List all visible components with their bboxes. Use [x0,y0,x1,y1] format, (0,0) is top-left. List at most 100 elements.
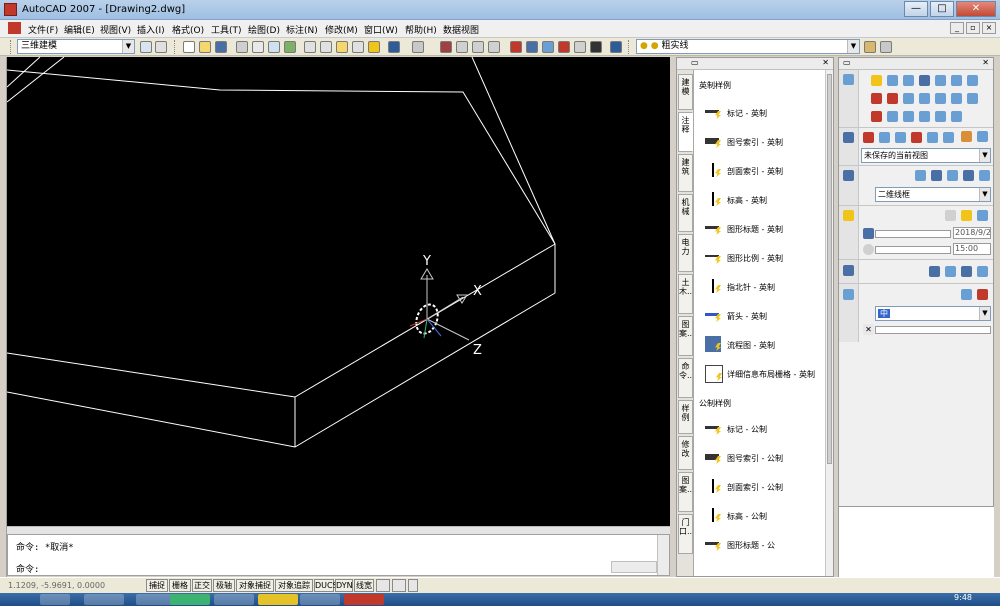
render-quality-combo[interactable]: 中 ▼ [875,306,991,321]
maximize-button[interactable]: □ [930,1,954,17]
menu-modify[interactable]: 修改(M) [325,23,358,36]
view-combo[interactable]: 未保存的当前视图 ▼ [861,148,991,163]
planar-surface-icon[interactable] [967,93,978,104]
fly-icon[interactable] [927,132,938,143]
layer-properties-icon[interactable] [864,41,876,53]
tool-layout-grid-imperial[interactable]: 详细信息布局栅格 - 英制 [699,361,825,391]
section-plane-icon[interactable] [903,93,914,104]
command-horizontal-scrollbar[interactable] [611,561,657,573]
visual-style-manager-icon[interactable] [979,170,990,181]
tool-flowchart-imperial[interactable]: 流程图 - 英制 [699,332,825,358]
command-window[interactable]: 命令: *取消* 命令: [7,534,670,576]
zoom-previous-icon[interactable] [488,41,500,53]
open-file-icon[interactable] [199,41,211,53]
menu-data-view[interactable]: 数据视图 [443,23,479,36]
tab-mechanical[interactable]: 机械 [678,194,693,232]
tool-drawing-title-imperial[interactable]: 图形标题 - 英制 [699,216,825,242]
new-file-icon[interactable] [183,41,195,53]
tab-samples[interactable]: 样例 [678,400,693,434]
chevron-down-icon[interactable]: ▼ [979,188,990,201]
block-editor-icon[interactable] [368,41,380,53]
tab-architectural[interactable]: 建筑 [678,154,693,192]
pyramid-icon[interactable] [967,75,978,86]
3d-move-icon[interactable] [871,93,882,104]
toolbar-grip[interactable] [628,40,631,54]
tool-tag-imperial[interactable]: 标记 - 英制 [699,100,825,126]
tool-elevation-metric[interactable]: 标高 - 公制 [699,503,825,529]
lineweight-toggle[interactable]: 线宽 [354,579,374,592]
snap-toggle[interactable]: 捕捉 [146,579,168,592]
slice-icon[interactable] [919,111,930,122]
minimize-button[interactable]: — [904,1,928,17]
menu-insert[interactable]: 插入(I) [137,23,165,36]
menu-help[interactable]: 帮助(H) [405,23,437,36]
paste-icon[interactable] [336,41,348,53]
materials-browser-icon[interactable] [929,266,940,277]
doc-close-button[interactable]: × [982,22,996,34]
tool-scale-imperial[interactable]: 图形比例 - 英制 [699,245,825,271]
thicken-icon[interactable] [935,111,946,122]
visual-style-combo[interactable]: 二维线框 ▼ [875,187,991,202]
date-icon[interactable] [863,228,874,239]
render-window-icon[interactable] [977,289,988,300]
orbit-icon[interactable] [895,132,906,143]
workspace-combo[interactable]: 三维建模 ▼ [17,39,135,54]
loft-icon[interactable] [919,93,930,104]
named-views-icon[interactable] [977,131,988,142]
chevron-down-icon[interactable]: ▼ [847,40,859,53]
zoom-3d-icon[interactable] [879,132,890,143]
properties-icon[interactable] [510,41,522,53]
time-slider[interactable] [875,246,951,254]
menu-dimension[interactable]: 标注(N) [286,23,318,36]
command-prompt[interactable]: 命令: [16,562,39,575]
ducs-toggle[interactable]: DUCS [314,579,338,592]
taskbar-app-icon[interactable] [300,594,340,605]
pan-3d-icon[interactable] [863,132,874,143]
tool-elevation-imperial[interactable]: 标高 - 英制 [699,187,825,213]
menu-format[interactable]: 格式(O) [172,23,204,36]
time-icon[interactable] [863,244,874,255]
light-glyph-icon[interactable] [961,210,972,221]
help-icon[interactable] [610,41,622,53]
save-icon[interactable] [215,41,227,53]
camera-icon[interactable] [943,132,954,143]
render-settings-icon[interactable] [961,289,972,300]
sheet-set-icon[interactable] [558,41,570,53]
zoom-realtime-icon[interactable] [456,41,468,53]
print-icon[interactable] [236,41,248,53]
2d-wireframe-icon[interactable] [915,170,926,181]
render-icon[interactable] [843,289,854,300]
menu-edit[interactable]: 编辑(E) [64,23,95,36]
polar-toggle[interactable]: 极轴 [213,579,235,592]
ortho-toggle[interactable]: 正交 [192,579,212,592]
subtract-icon[interactable] [887,111,898,122]
tab-doors[interactable]: 门口... [678,514,693,554]
panel-collapse-icon[interactable]: ▭ [843,58,851,67]
materials-icon[interactable] [843,265,854,276]
helix-icon[interactable] [951,93,962,104]
menu-file[interactable]: 文件(F) [28,23,58,36]
osnap-toggle[interactable]: 对象捕捉 [236,579,274,592]
doc-minimize-button[interactable]: _ [950,22,964,34]
shell-icon[interactable] [951,111,962,122]
tab-civil[interactable]: 土木... [678,274,693,314]
chevron-down-icon[interactable]: ▼ [979,149,990,162]
tool-north-arrow-imperial[interactable]: 指北针 - 英制 [699,274,825,300]
otrack-toggle[interactable]: 对象追踪 [275,579,313,592]
box-icon[interactable] [887,75,898,86]
taskbar-ie-icon[interactable] [84,594,124,605]
close-icon[interactable]: ✕ [982,58,989,67]
tool-section-index-metric[interactable]: 剖面索引 - 公制 [699,474,825,500]
tool-arrow-imperial[interactable]: 箭头 - 英制 [699,303,825,329]
tool-drawing-title-metric[interactable]: 图形标题 - 公 [699,532,825,558]
tab-modify[interactable]: 修改 [678,436,693,470]
3d-dwf-icon[interactable] [284,41,296,53]
redo-icon[interactable] [412,41,424,53]
undo-icon[interactable] [388,41,400,53]
intersect-icon[interactable] [903,111,914,122]
tab-annotation[interactable]: 注释 [678,112,693,152]
sphere-icon[interactable] [919,75,930,86]
drawing-canvas[interactable]: Y X Z [7,57,670,526]
toolbar-grip[interactable] [10,40,13,54]
3d-navigate-icon[interactable] [843,132,854,143]
